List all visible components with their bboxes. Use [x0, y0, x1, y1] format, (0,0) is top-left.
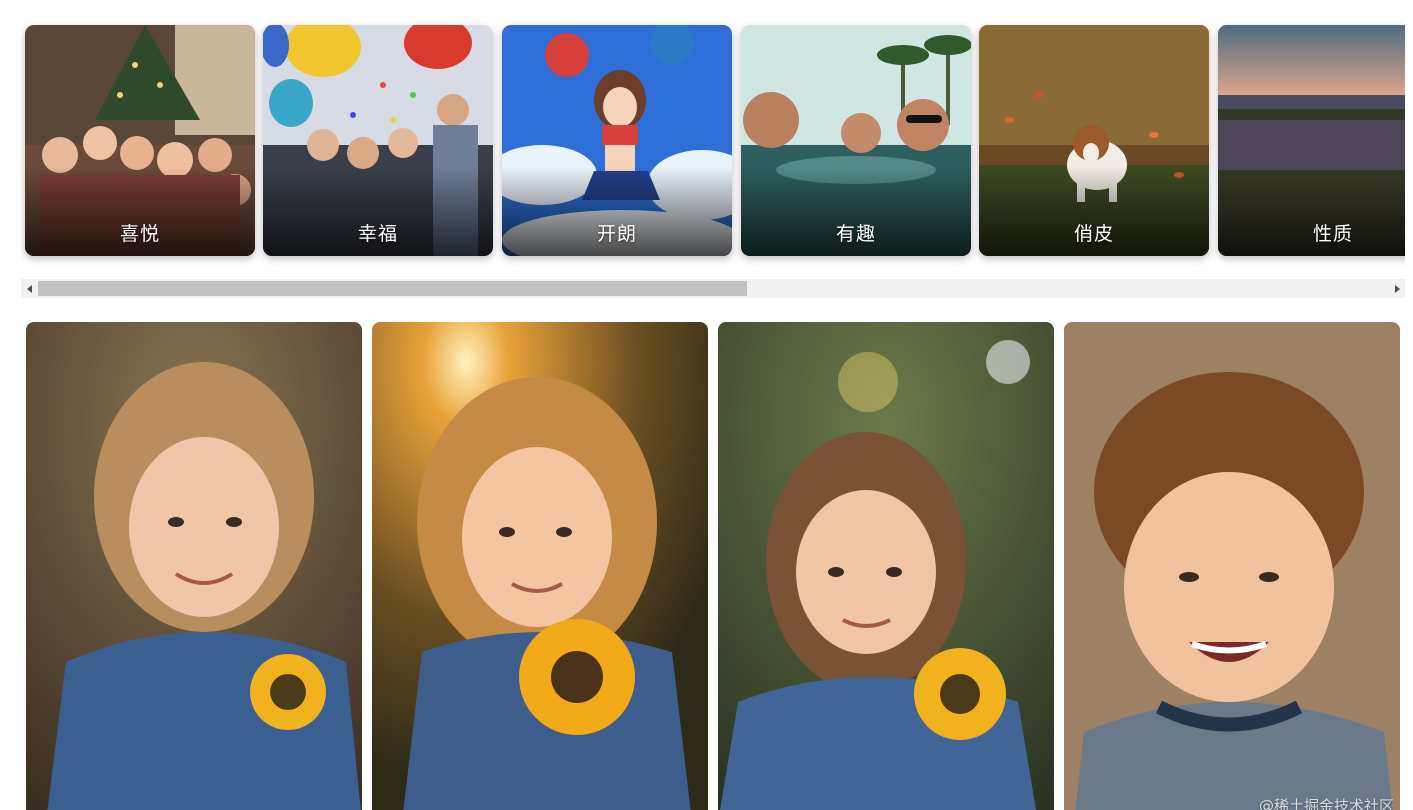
gallery-page: 喜悦 幸福 开朗 有趣 俏皮 性质 @稀土掘金技术社区 [0, 0, 1413, 810]
scroll-right-arrow-icon[interactable] [1388, 279, 1405, 298]
category-card-joy[interactable]: 喜悦 [25, 25, 255, 256]
category-card-cheerful[interactable]: 开朗 [502, 25, 732, 256]
category-label: 有趣 [835, 223, 876, 245]
horizontal-scrollbar[interactable] [21, 279, 1405, 298]
category-card-happiness[interactable]: 幸福 [263, 25, 493, 256]
category-label: 喜悦 [119, 223, 160, 245]
category-card-fun[interactable]: 有趣 [741, 25, 971, 256]
scroll-left-arrow-icon[interactable] [21, 279, 38, 298]
category-label: 俏皮 [1073, 223, 1114, 245]
category-card-nature[interactable]: 性质 [1218, 25, 1405, 256]
scroll-thumb[interactable] [38, 281, 747, 296]
watermark-text: @稀土掘金技术社区 [1258, 797, 1394, 810]
category-card-playful[interactable]: 俏皮 [979, 25, 1209, 256]
category-label: 开朗 [596, 223, 637, 245]
gallery-photo-2[interactable] [372, 322, 708, 810]
girl-backlit-sun-holding-sunflower [372, 322, 708, 810]
gallery-photo-1[interactable] [26, 322, 362, 810]
category-strip[interactable]: 喜悦 幸福 开朗 有趣 俏皮 性质 [21, 0, 1405, 298]
boy-curly-hair-laughing [1064, 322, 1400, 810]
gallery-photo-4[interactable]: @稀土掘金技术社区 [1064, 322, 1400, 810]
girl-denim-jacket-sunflower-smiling [26, 322, 362, 810]
category-label: 性质 [1312, 223, 1353, 245]
girl-ponytail-denim-sunflower [718, 322, 1054, 810]
category-label: 幸福 [357, 223, 398, 245]
gallery-photo-3[interactable] [718, 322, 1054, 810]
